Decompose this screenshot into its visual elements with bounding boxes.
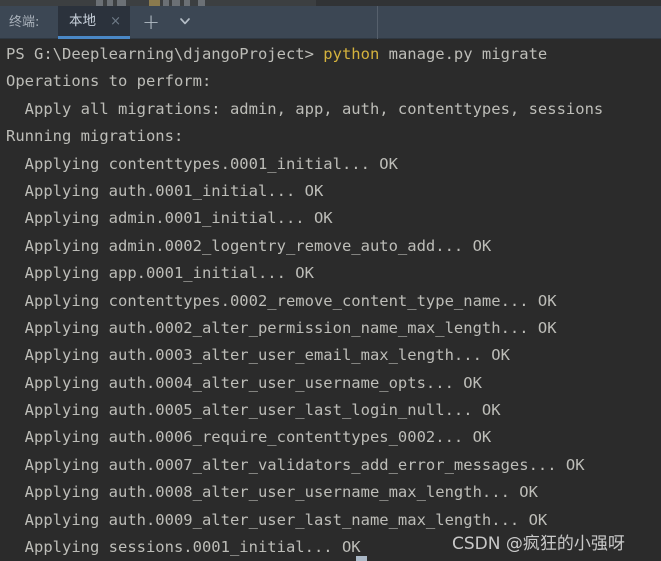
terminal-line: Apply all migrations: admin, app, auth, … [6,99,604,118]
terminal-line: Applying admin.0001_initial... OK [6,209,333,228]
command-keyword: python [323,45,380,63]
terminal-line-list: PS G:\Deeplearning\djangoProject> python… [6,41,661,561]
terminal-tab-bar: 终端: 本地 × + [0,6,661,39]
shell-prompt: PS G:\Deeplearning\djangoProject> [6,45,324,63]
terminal-line: Applying auth.0001_initial... OK [6,181,324,200]
chevron-down-icon[interactable] [172,6,198,39]
command-arguments: manage.py migrate [379,45,548,63]
terminal-line: Applying contenttypes.0001_initial... OK [6,154,398,173]
terminal-line: Running migrations: [6,127,184,146]
terminal-prompt-line: PS G:\Deeplearning\djangoProject> python… [6,41,661,68]
terminal-line: Operations to perform: [6,72,212,91]
terminal-tab-label: 本地 [69,13,96,29]
terminal-line: Applying auth.0006_require_contenttypes_… [6,428,492,447]
terminal-tab-local[interactable]: 本地 × [58,6,130,39]
terminal-output-area[interactable]: PS G:\Deeplearning\djangoProject> python… [0,39,661,561]
terminal-line: Applying admin.0002_logentry_remove_auto… [6,236,492,255]
close-icon[interactable]: × [110,6,121,37]
tab-bar-separator [377,6,378,39]
plus-icon[interactable]: + [138,6,164,39]
terminal-line: Applying sessions.0001_initial... OK [6,538,361,557]
terminal-line: Applying auth.0007_alter_validators_add_… [6,455,585,474]
terminal-line: Applying auth.0008_alter_user_username_m… [6,483,538,502]
terminal-panel-label: 终端: [9,15,40,30]
terminal-line: Applying auth.0009_alter_user_last_name_… [6,510,548,529]
terminal-line: Applying contenttypes.0002_remove_conten… [6,291,557,310]
terminal-line: Applying app.0001_initial... OK [6,264,314,283]
terminal-cursor [356,556,367,561]
terminal-line: Applying auth.0002_alter_permission_name… [6,318,557,337]
terminal-line: Applying auth.0003_alter_user_email_max_… [6,346,510,365]
terminal-line: Applying auth.0004_alter_user_username_o… [6,373,482,392]
terminal-line: Applying auth.0005_alter_user_last_login… [6,401,501,420]
